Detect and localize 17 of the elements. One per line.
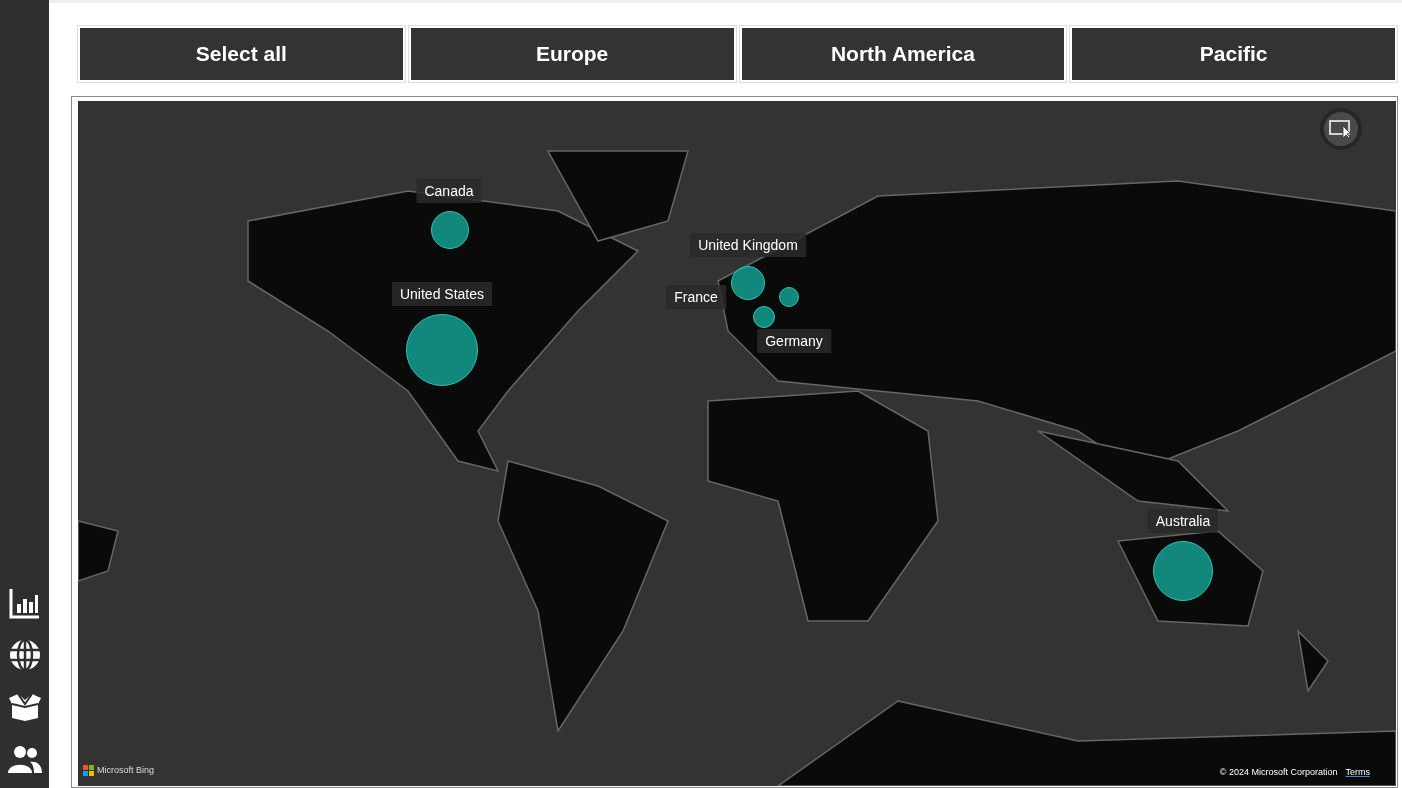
globe-icon[interactable] (7, 638, 42, 672)
filter-button[interactable]: Europe (410, 28, 734, 80)
terms-link[interactable]: Terms (1345, 765, 1370, 779)
filter-button[interactable]: North America (741, 28, 1065, 80)
filter-button[interactable]: Pacific (1072, 28, 1395, 80)
copyright-text: © 2024 Microsoft Corporation (1219, 765, 1338, 779)
bubble-label: Canada (416, 179, 482, 203)
cursor-screen-icon (1329, 119, 1353, 139)
bar-chart-icon[interactable] (7, 586, 42, 620)
bubble-label: France (666, 285, 726, 309)
bubble-label: United States (391, 282, 493, 306)
bubble-label: Australia (1147, 509, 1219, 533)
bubble-label: Germany (757, 329, 831, 353)
filter-button[interactable]: Select all (80, 28, 403, 80)
windows-logo-icon (83, 764, 94, 776)
map-attribution: Microsoft Bing (97, 763, 155, 777)
bubble-label: United Kingdom (690, 233, 806, 257)
